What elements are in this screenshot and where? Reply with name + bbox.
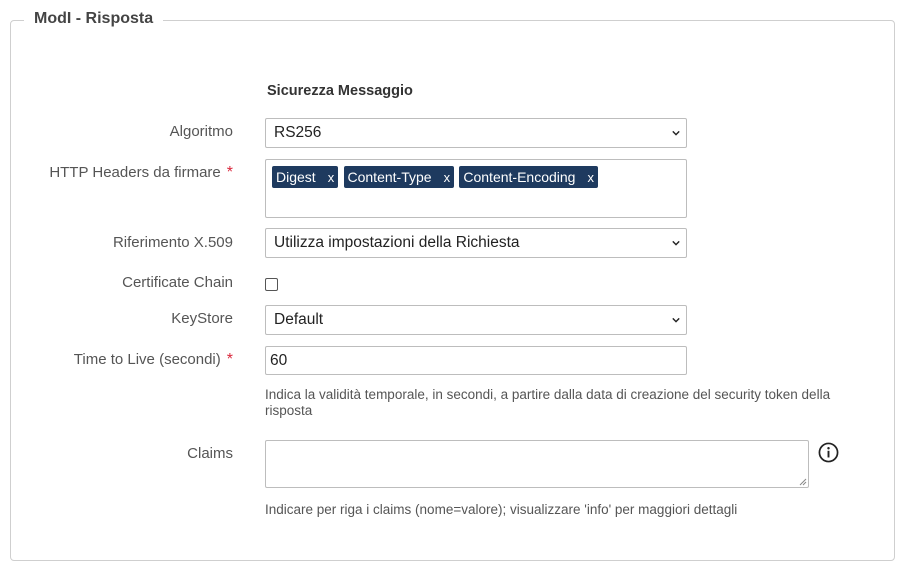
section-title: Sicurezza Messaggio <box>267 83 413 99</box>
resize-grip-icon[interactable] <box>799 478 807 486</box>
tag-digest: Digest x <box>272 166 339 188</box>
http-headers-label: HTTP Headers da firmare * <box>49 164 233 182</box>
tag-label: Content-Type <box>347 169 432 185</box>
claims-textarea[interactable] <box>265 440 809 488</box>
tag-remove-button[interactable]: x <box>444 170 451 185</box>
ttl-input[interactable]: 60 <box>265 346 687 375</box>
chevron-down-icon <box>672 130 680 136</box>
riferimento-select[interactable]: Utilizza impostazioni della Richiesta <box>265 228 687 258</box>
chevron-down-icon <box>672 317 680 323</box>
claims-label: Claims <box>187 445 233 462</box>
http-headers-label-text: HTTP Headers da firmare <box>49 164 221 181</box>
claims-help-text: Indicare per riga i claims (nome=valore)… <box>265 502 738 517</box>
ttl-help-text: Indica la validità temporale, in secondi… <box>265 387 831 418</box>
chevron-down-icon <box>672 240 680 246</box>
ttl-label: Time to Live (secondi) * <box>74 351 233 369</box>
tag-content-type: Content-Type x <box>343 166 455 188</box>
ttl-label-text: Time to Live (secondi) <box>73 351 221 368</box>
algoritmo-label: Algoritmo <box>169 123 233 140</box>
ttl-value: 60 <box>270 352 288 369</box>
keystore-value: Default <box>274 311 324 328</box>
info-circle-icon[interactable] <box>818 442 839 463</box>
algoritmo-select[interactable]: RS256 <box>265 118 687 148</box>
keystore-select[interactable]: Default <box>265 305 687 335</box>
certificate-chain-checkbox[interactable] <box>265 278 278 291</box>
fieldset-legend: ModI - Risposta <box>24 10 164 28</box>
keystore-label: KeyStore <box>171 310 233 327</box>
required-marker: * <box>226 351 233 368</box>
tag-label: Digest <box>276 169 316 185</box>
algoritmo-value: RS256 <box>274 124 322 141</box>
http-headers-tag-input[interactable]: Digest x Content-Type x Content-Encoding x <box>265 159 687 218</box>
required-marker: * <box>226 164 233 181</box>
tag-label: Content-Encoding <box>463 169 576 185</box>
riferimento-label: Riferimento X.509 <box>112 234 233 251</box>
tag-remove-button[interactable]: x <box>328 170 335 185</box>
riferimento-value: Utilizza impostazioni della Richiesta <box>274 234 520 251</box>
tag-remove-button[interactable]: x <box>587 170 594 185</box>
tag-content-encoding: Content-Encoding x <box>459 166 598 188</box>
certificate-chain-label: Certificate Chain <box>122 274 233 291</box>
